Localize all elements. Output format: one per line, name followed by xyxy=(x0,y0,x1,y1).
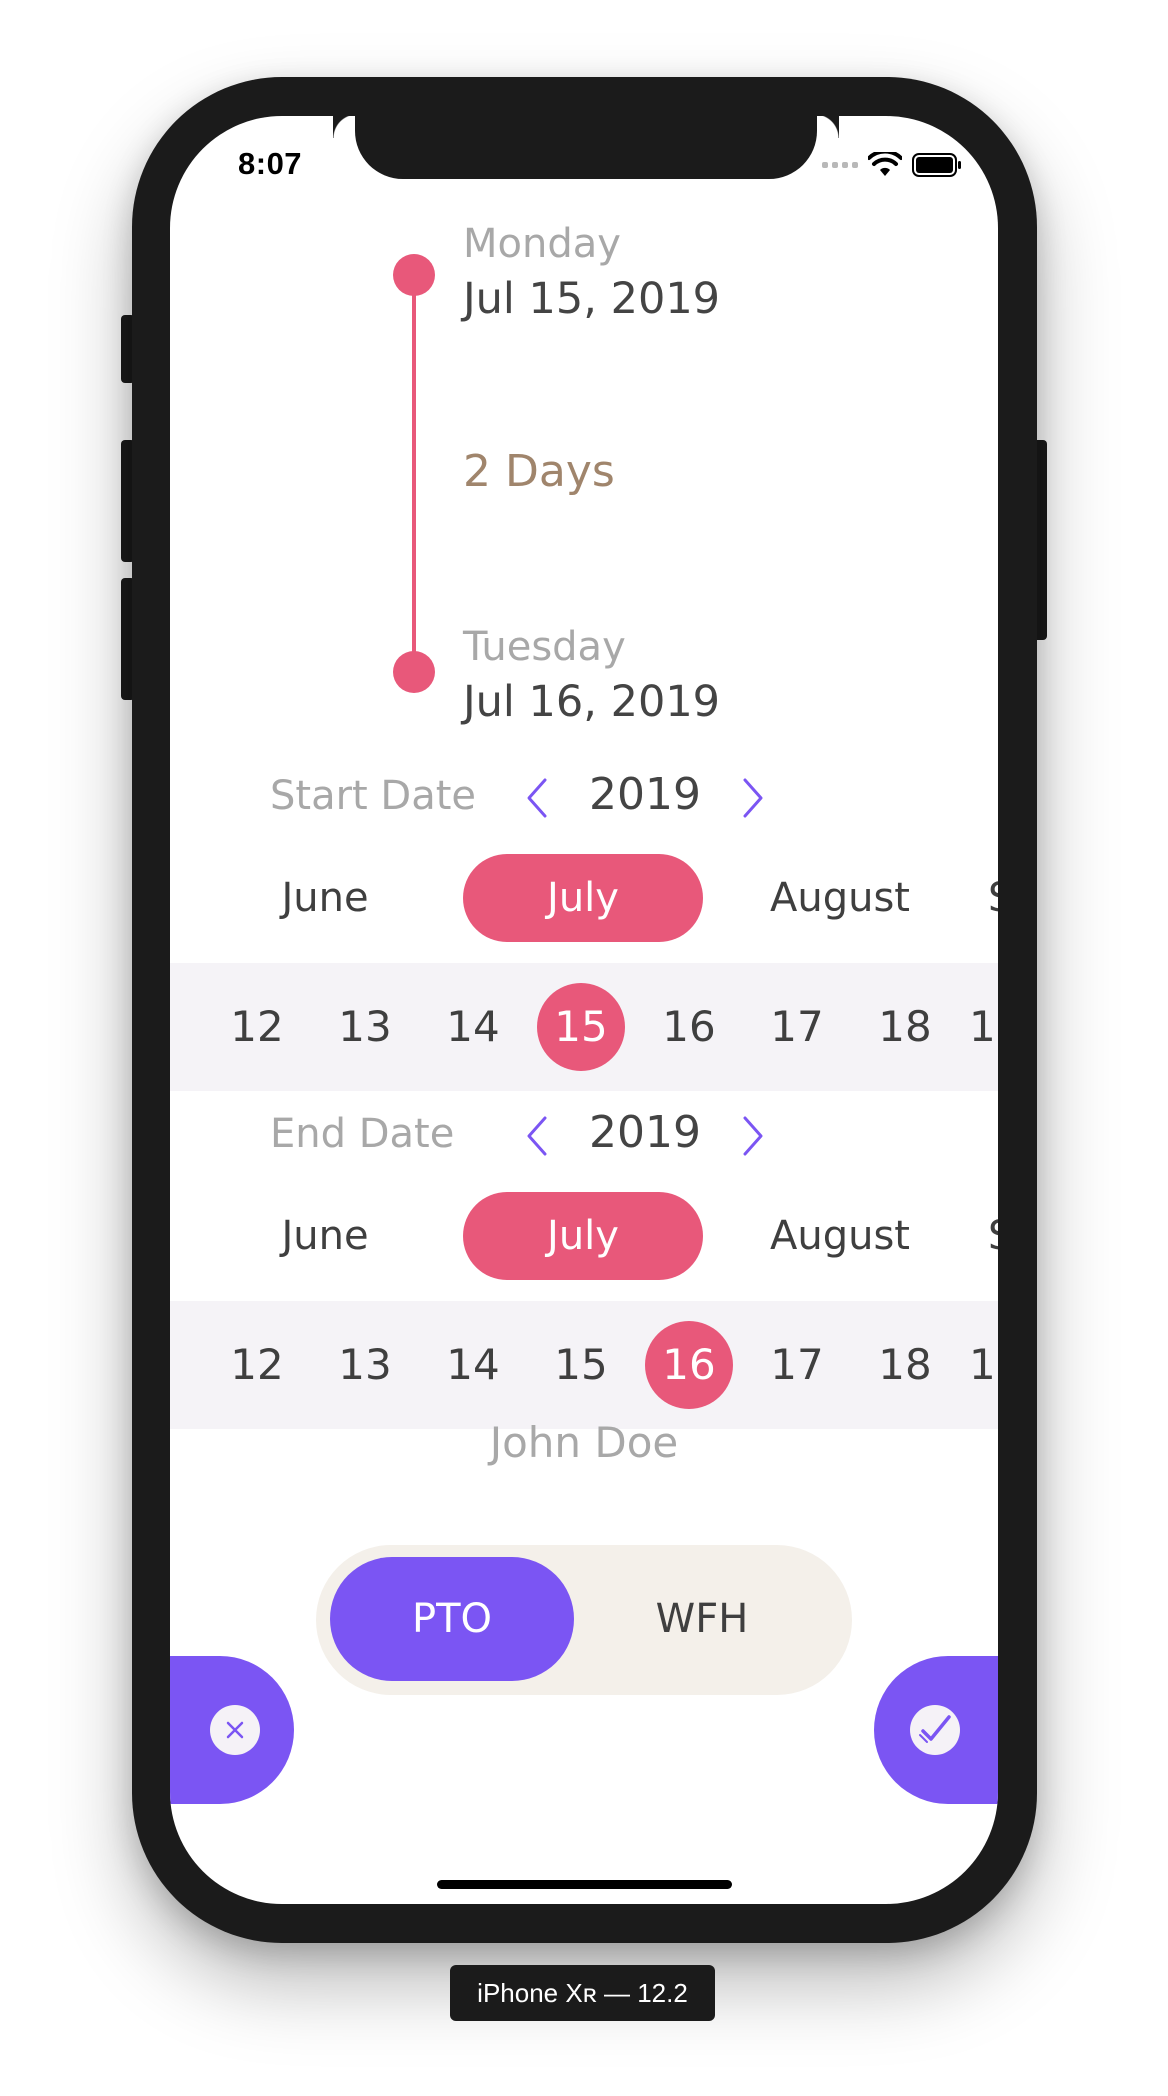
pto-option[interactable]: PTO xyxy=(330,1557,574,1681)
day-item-selected[interactable]: 15 xyxy=(537,983,625,1071)
start-prev-year-chevron-left-icon[interactable] xyxy=(523,776,553,820)
check-icon xyxy=(910,1705,960,1755)
close-icon xyxy=(210,1705,260,1755)
timeline-line xyxy=(412,280,416,680)
end-date: Jul 16, 2019 xyxy=(463,677,721,727)
day-item[interactable]: 18 xyxy=(861,983,949,1071)
month-item[interactable]: June xyxy=(248,854,402,942)
end-month-selector: June July August S xyxy=(170,1192,998,1282)
app-screen: 8:07 Monday Jul 15, 2019 2 Days Tuesday … xyxy=(170,116,998,1904)
end-day-selector: 12 13 14 15 16 17 18 1 xyxy=(170,1301,998,1429)
month-item[interactable]: August xyxy=(760,1192,920,1280)
battery-icon xyxy=(912,153,961,177)
start-next-year-chevron-right-icon[interactable] xyxy=(737,776,767,820)
notch xyxy=(355,116,839,179)
day-item[interactable]: 1 xyxy=(969,983,998,1071)
wfh-option[interactable]: WFH xyxy=(580,1557,824,1681)
day-item[interactable]: 13 xyxy=(321,983,409,1071)
start-month-selector: June July August S xyxy=(170,854,998,944)
end-year: 2019 xyxy=(589,1107,701,1158)
month-item[interactable]: August xyxy=(760,854,920,942)
wifi-icon xyxy=(868,152,902,176)
day-item[interactable]: 16 xyxy=(645,983,733,1071)
day-item[interactable]: 17 xyxy=(753,983,841,1071)
day-item-selected[interactable]: 16 xyxy=(645,1321,733,1409)
month-item[interactable]: June xyxy=(248,1192,402,1280)
day-item[interactable]: 15 xyxy=(537,1321,625,1409)
month-item-selected[interactable]: July xyxy=(463,1192,703,1280)
end-next-year-chevron-right-icon[interactable] xyxy=(737,1114,767,1158)
status-icons xyxy=(822,152,962,178)
user-name: John Doe xyxy=(489,1418,679,1467)
start-date: Jul 15, 2019 xyxy=(463,274,721,324)
end-weekday: Tuesday xyxy=(463,624,626,670)
end-date-label: End Date xyxy=(270,1111,455,1157)
month-item[interactable]: S xyxy=(988,1192,998,1280)
day-item[interactable]: 17 xyxy=(753,1321,841,1409)
duration-label: 2 Days xyxy=(463,446,615,497)
day-item[interactable]: 14 xyxy=(429,1321,517,1409)
timeline-end-dot xyxy=(393,651,435,693)
day-item[interactable]: 13 xyxy=(321,1321,409,1409)
day-item[interactable]: 12 xyxy=(213,1321,301,1409)
start-weekday: Monday xyxy=(463,221,621,267)
status-time: 8:07 xyxy=(238,146,303,181)
home-indicator[interactable] xyxy=(437,1880,732,1889)
month-item-selected[interactable]: July xyxy=(463,854,703,942)
start-year: 2019 xyxy=(589,769,701,820)
month-item[interactable]: S xyxy=(988,854,998,942)
end-prev-year-chevron-left-icon[interactable] xyxy=(523,1114,553,1158)
type-toggle: PTO WFH xyxy=(316,1545,852,1695)
day-item[interactable]: 1 xyxy=(969,1321,998,1409)
day-item[interactable]: 14 xyxy=(429,983,517,1071)
timeline-start-dot xyxy=(393,254,435,296)
device-label: iPhone Xʀ — 12.2 xyxy=(450,1965,715,2021)
day-item[interactable]: 12 xyxy=(213,983,301,1071)
day-item[interactable]: 18 xyxy=(861,1321,949,1409)
confirm-button[interactable] xyxy=(874,1656,998,1804)
start-date-label: Start Date xyxy=(270,773,477,819)
cancel-button[interactable] xyxy=(170,1656,294,1804)
start-day-selector: 12 13 14 15 16 17 18 1 xyxy=(170,963,998,1091)
cellular-signal-icon xyxy=(822,162,858,168)
